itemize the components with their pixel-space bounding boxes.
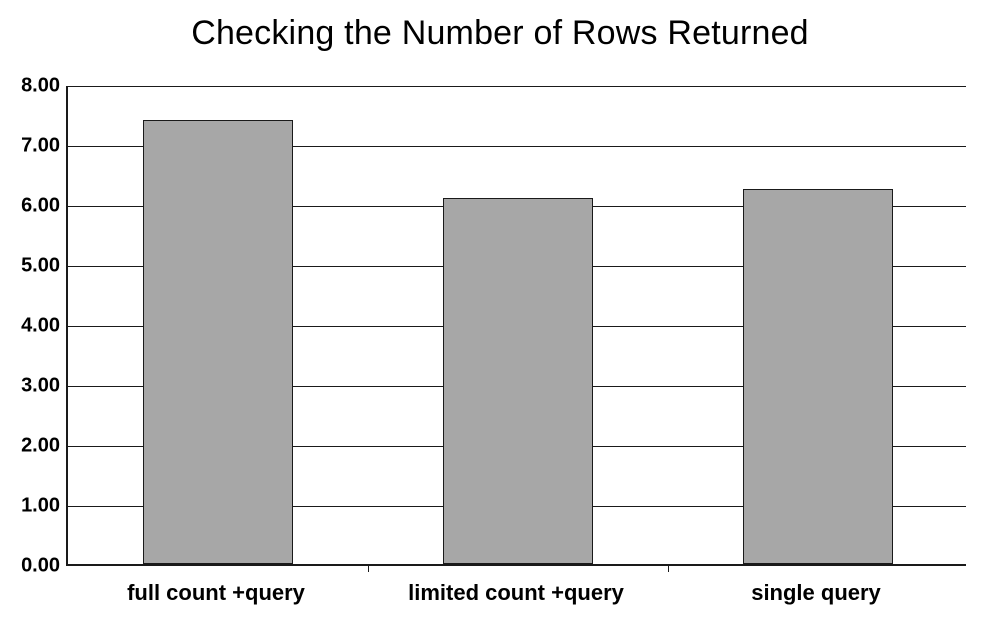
y-tick-label: 1.00 bbox=[21, 495, 60, 518]
y-tick-label: 7.00 bbox=[21, 135, 60, 158]
y-tick-label: 2.00 bbox=[21, 435, 60, 458]
y-tick-label: 3.00 bbox=[21, 375, 60, 398]
chart-title: Checking the Number of Rows Returned bbox=[0, 14, 1000, 53]
chart-container: Checking the Number of Rows Returned 0.0… bbox=[0, 0, 1000, 640]
bar bbox=[743, 189, 893, 564]
plot-area: 0.001.002.003.004.005.006.007.008.00 bbox=[66, 86, 966, 566]
x-tick-label: single query bbox=[751, 580, 881, 606]
bar bbox=[143, 120, 293, 564]
y-tick-label: 4.00 bbox=[21, 315, 60, 338]
x-tick-label: limited count +query bbox=[408, 580, 624, 606]
y-tick-label: 0.00 bbox=[21, 555, 60, 578]
y-tick-label: 8.00 bbox=[21, 75, 60, 98]
x-tick bbox=[668, 564, 669, 572]
gridline bbox=[68, 86, 966, 87]
bar bbox=[443, 198, 593, 564]
y-tick-label: 6.00 bbox=[21, 195, 60, 218]
y-tick-label: 5.00 bbox=[21, 255, 60, 278]
x-tick bbox=[368, 564, 369, 572]
x-tick-label: full count +query bbox=[127, 580, 305, 606]
